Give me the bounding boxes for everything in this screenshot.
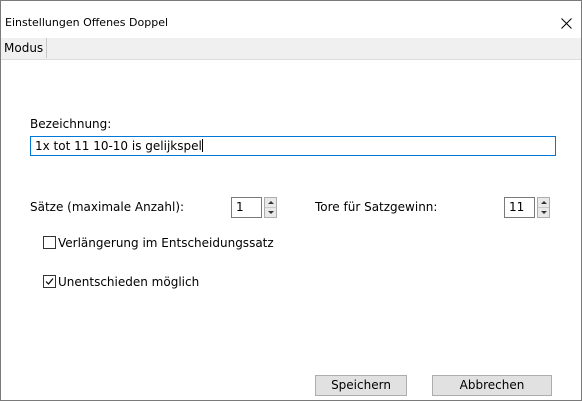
- draw-label: Unentschieden möglich: [58, 274, 200, 289]
- sets-decrement-button[interactable]: [265, 208, 276, 217]
- extension-option[interactable]: Verlängerung im Entscheidungssatz: [43, 235, 274, 250]
- triangle-up-icon: [267, 201, 274, 204]
- menu-bar: Modus: [1, 38, 581, 60]
- name-input-value: 1x tot 11 10-10 is gelijkspel: [35, 139, 202, 153]
- extension-checkbox[interactable]: [43, 236, 56, 249]
- goals-increment-button[interactable]: [538, 198, 549, 208]
- triangle-down-icon: [540, 211, 547, 214]
- menu-item-modus[interactable]: Modus: [1, 38, 48, 58]
- goals-stepper[interactable]: 11: [504, 197, 550, 218]
- goals-spin-buttons: [537, 197, 550, 218]
- name-input[interactable]: 1x tot 11 10-10 is gelijkspel: [30, 136, 556, 156]
- goals-input[interactable]: 11: [504, 197, 535, 218]
- sets-stepper[interactable]: 1: [231, 197, 277, 218]
- draw-option[interactable]: Unentschieden möglich: [43, 274, 199, 289]
- text-caret: [201, 139, 203, 152]
- save-button[interactable]: Speichern: [315, 375, 407, 396]
- settings-dialog: Einstellungen Offenes Doppel Modus Bezei…: [0, 0, 582, 401]
- goals-decrement-button[interactable]: [538, 208, 549, 217]
- sets-increment-button[interactable]: [265, 198, 276, 208]
- sets-label: Sätze (maximale Anzahl):: [30, 200, 185, 214]
- triangle-up-icon: [540, 201, 547, 204]
- cancel-button[interactable]: Abbrechen: [432, 375, 552, 396]
- name-label: Bezeichnung:: [30, 117, 112, 131]
- window-title: Einstellungen Offenes Doppel: [5, 16, 169, 29]
- goals-label: Tore für Satzgewinn:: [315, 200, 438, 214]
- triangle-down-icon: [267, 211, 274, 214]
- sets-spin-buttons: [264, 197, 277, 218]
- checkmark-icon: [45, 278, 54, 285]
- extension-label: Verlängerung im Entscheidungssatz: [58, 235, 274, 250]
- title-bar: Einstellungen Offenes Doppel: [1, 1, 581, 37]
- sets-input[interactable]: 1: [231, 197, 262, 218]
- close-button[interactable]: [551, 9, 581, 37]
- close-icon: [560, 17, 572, 29]
- draw-checkbox[interactable]: [43, 275, 56, 288]
